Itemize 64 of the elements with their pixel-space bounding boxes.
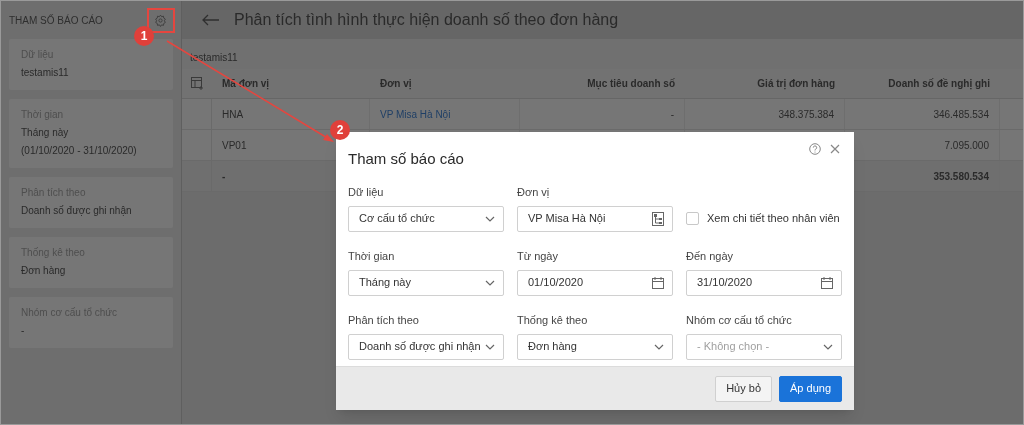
table-columns-icon[interactable] <box>190 77 204 90</box>
card-value: Đơn hàng <box>21 264 67 278</box>
table-cell-text: VP01 <box>222 138 247 153</box>
calendar-icon <box>821 276 833 289</box>
field-label: Từ ngày <box>517 248 559 263</box>
column-header[interactable]: Đơn vị <box>380 76 412 91</box>
column-header[interactable]: Doanh số đề nghị ghi <box>888 76 990 91</box>
column-header[interactable]: Mã đơn vị <box>222 76 270 91</box>
column-header[interactable]: Giá trị đơn hàng <box>757 76 835 91</box>
field-label: Đơn vị <box>517 184 551 199</box>
field-label: Đến ngày <box>686 248 735 263</box>
card-value: Tháng này <box>21 126 70 140</box>
card-value: testamis11 <box>21 66 70 80</box>
chevron-down-icon <box>823 343 833 350</box>
chevron-down-icon <box>485 279 495 286</box>
dropdown[interactable]: Đơn hàng <box>517 333 673 360</box>
checkbox-label: Xem chi tiết theo nhân viên <box>707 211 840 227</box>
date-field[interactable]: 31/10/2020 <box>686 269 842 296</box>
field-value: 01/10/2020 <box>528 275 584 291</box>
field-value: Doanh số được ghi nhận <box>359 339 481 355</box>
settings-icon[interactable] <box>154 13 167 27</box>
card-value: (01/10/2020 - 31/10/2020) <box>21 144 138 158</box>
table-cell-text: HNA <box>222 107 244 122</box>
unit-link[interactable]: VP Misa Hà Nội <box>380 106 451 122</box>
org-chart-icon <box>652 211 664 226</box>
field-value: Cơ cấu tổ chức <box>359 211 435 227</box>
cancel-button[interactable]: Hủy bỏ <box>715 375 772 402</box>
checkbox[interactable] <box>686 212 699 225</box>
table-cell-text: 7.095.000 <box>944 138 989 153</box>
column-header[interactable]: Mục tiêu doanh số <box>587 76 675 91</box>
field-label: Phân tích theo <box>348 312 420 327</box>
chevron-down-icon <box>654 343 664 350</box>
table-cell-text: 346.485.534 <box>933 107 989 122</box>
field-label: Thống kê theo <box>517 312 589 327</box>
help-icon[interactable] <box>809 143 821 155</box>
date-field[interactable]: 01/10/2020 <box>517 269 673 296</box>
field-label: Thời gian <box>348 248 396 263</box>
table-cell-text: - <box>222 169 226 184</box>
calendar-icon <box>652 276 664 289</box>
field-value: VP Misa Hà Nội <box>528 211 606 227</box>
dropdown[interactable]: Cơ cấu tổ chức <box>348 205 504 232</box>
table-cell-text: 353.580.534 <box>933 169 989 184</box>
chevron-down-icon <box>485 215 495 222</box>
apply-button[interactable]: Áp dụng <box>779 375 842 402</box>
dialog-title: Tham số báo cáo <box>348 149 464 169</box>
card-value: - <box>21 324 26 338</box>
dropdown[interactable]: Tháng này <box>348 269 504 296</box>
table-cell-text: - <box>670 107 674 122</box>
dropdown[interactable]: - Không chọn - <box>686 333 842 360</box>
chevron-down-icon <box>485 343 495 350</box>
back-arrow-icon[interactable] <box>202 14 220 26</box>
field-value: 31/10/2020 <box>697 275 753 291</box>
page-title: Phân tích tình hình thực hiện doanh số theo đơn hàng <box>234 10 619 30</box>
dropdown[interactable]: Doanh số được ghi nhận <box>348 333 504 360</box>
picker-field[interactable]: VP Misa Hà Nội <box>517 205 673 232</box>
field-value: Đơn hàng <box>528 339 577 355</box>
field-placeholder: - Không chọn - <box>697 339 770 355</box>
field-value: Tháng này <box>359 275 411 291</box>
table-cell-text: 348.375.384 <box>778 107 834 122</box>
sidebar-title: THAM SỐ BÁO CÁO <box>9 13 103 28</box>
close-icon[interactable] <box>830 144 840 154</box>
field-label: Nhóm cơ cấu tổ chức <box>686 312 793 327</box>
field-label: Dữ liệu <box>348 184 385 199</box>
card-value: Doanh số được ghi nhận <box>21 204 133 218</box>
